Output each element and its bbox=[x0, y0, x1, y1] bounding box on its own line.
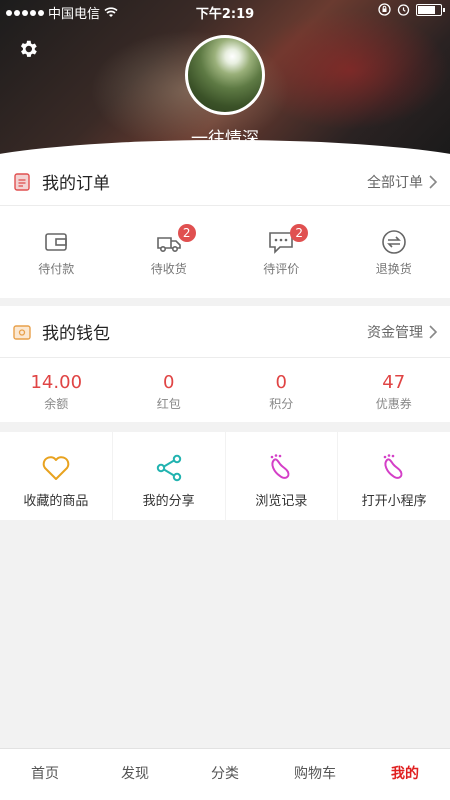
wallet-coupons[interactable]: 47 优惠券 bbox=[338, 372, 450, 412]
orders-header: 我的订单 全部订单 bbox=[0, 158, 450, 206]
wallet-points-label: 积分 bbox=[269, 397, 294, 411]
wallet-coupons-label: 优惠券 bbox=[375, 397, 412, 411]
wallet-header: 我的钱包 资金管理 bbox=[0, 306, 450, 358]
wallet-balance[interactable]: 14.00 余额 bbox=[0, 372, 113, 412]
tab-category[interactable]: 分类 bbox=[180, 749, 270, 800]
chevron-right-icon bbox=[429, 175, 438, 189]
rotation-lock-icon bbox=[378, 3, 391, 16]
wallet-red-packet-label: 红包 bbox=[156, 397, 181, 411]
order-pending-receipt[interactable]: 2 待收货 bbox=[113, 224, 226, 277]
orders-title: 我的订单 bbox=[42, 174, 110, 194]
tab-mine[interactable]: 我的 bbox=[360, 749, 450, 800]
footprint-icon bbox=[271, 454, 290, 479]
avatar[interactable] bbox=[185, 35, 265, 115]
exchange-icon bbox=[381, 230, 406, 254]
browse-history-button[interactable]: 浏览记录 bbox=[225, 432, 338, 520]
wallet-coupons-value: 47 bbox=[382, 372, 406, 393]
status-right bbox=[378, 3, 445, 16]
wallet-icon bbox=[45, 233, 68, 251]
wallet-stats-row: 14.00 余额 0 红包 0 积分 47 优惠券 bbox=[0, 358, 450, 412]
share-icon bbox=[156, 454, 181, 482]
fund-management-label: 资金管理 bbox=[367, 325, 423, 341]
tab-home[interactable]: 首页 bbox=[0, 749, 90, 800]
my-share-label: 我的分享 bbox=[142, 494, 195, 509]
order-returns-label: 退换货 bbox=[375, 262, 412, 276]
order-pending-payment[interactable]: 待付款 bbox=[0, 228, 113, 277]
browse-history-label: 浏览记录 bbox=[255, 494, 308, 509]
wallet-card: 我的钱包 资金管理 14.00 余额 0 红包 0 积分 47 优惠券 bbox=[0, 306, 450, 422]
favorites-label: 收藏的商品 bbox=[23, 494, 89, 509]
tab-cart[interactable]: 购物车 bbox=[270, 749, 360, 800]
order-pending-receipt-label: 待收货 bbox=[150, 262, 187, 276]
open-mini-program-label: 打开小程序 bbox=[361, 494, 427, 509]
wallet-balance-value: 14.00 bbox=[30, 372, 83, 393]
settings-gear-icon[interactable] bbox=[17, 38, 39, 60]
tools-row: 收藏的商品 我的分享 浏览记录 打开小程序 bbox=[0, 432, 450, 520]
pending-receipt-badge: 2 bbox=[177, 224, 196, 242]
all-orders-link[interactable]: 全部订单 bbox=[367, 158, 438, 206]
username: 一往情深 bbox=[191, 129, 259, 149]
tab-discover[interactable]: 发现 bbox=[90, 749, 180, 800]
status-bar: 中国电信 下午2:19 bbox=[0, 0, 450, 22]
order-pending-review-label: 待评价 bbox=[263, 262, 300, 276]
all-orders-label: 全部订单 bbox=[367, 175, 423, 191]
order-pending-payment-label: 待付款 bbox=[38, 262, 75, 276]
pending-review-badge: 2 bbox=[290, 224, 309, 242]
alarm-icon bbox=[397, 4, 410, 16]
open-mini-program-button[interactable]: 打开小程序 bbox=[338, 432, 450, 520]
wallet-points[interactable]: 0 积分 bbox=[225, 372, 338, 412]
chevron-right-icon bbox=[429, 325, 438, 339]
order-returns[interactable]: 退换货 bbox=[338, 228, 450, 277]
wallet-section-icon bbox=[13, 324, 31, 340]
order-status-row: 待付款 2 待收货 2 待评价 退换货 bbox=[0, 206, 450, 277]
my-share-button[interactable]: 我的分享 bbox=[112, 432, 225, 520]
wallet-red-packet-value: 0 bbox=[163, 372, 175, 393]
orders-card: 我的订单 全部订单 待付款 2 待收货 2 待评价 退换货 bbox=[0, 158, 450, 298]
wallet-red-packet[interactable]: 0 红包 bbox=[113, 372, 226, 412]
footprint-icon bbox=[383, 454, 403, 479]
battery-icon bbox=[416, 3, 445, 16]
bottom-tab-bar: 首页 发现 分类 购物车 我的 bbox=[0, 748, 450, 800]
favorites-button[interactable]: 收藏的商品 bbox=[0, 432, 112, 520]
wallet-points-value: 0 bbox=[275, 372, 287, 393]
fund-management-link[interactable]: 资金管理 bbox=[367, 306, 438, 358]
order-list-icon bbox=[14, 172, 30, 191]
heart-icon bbox=[42, 456, 70, 480]
wallet-balance-label: 余额 bbox=[44, 397, 69, 411]
wallet-title: 我的钱包 bbox=[42, 324, 110, 344]
order-pending-review[interactable]: 2 待评价 bbox=[225, 224, 338, 277]
